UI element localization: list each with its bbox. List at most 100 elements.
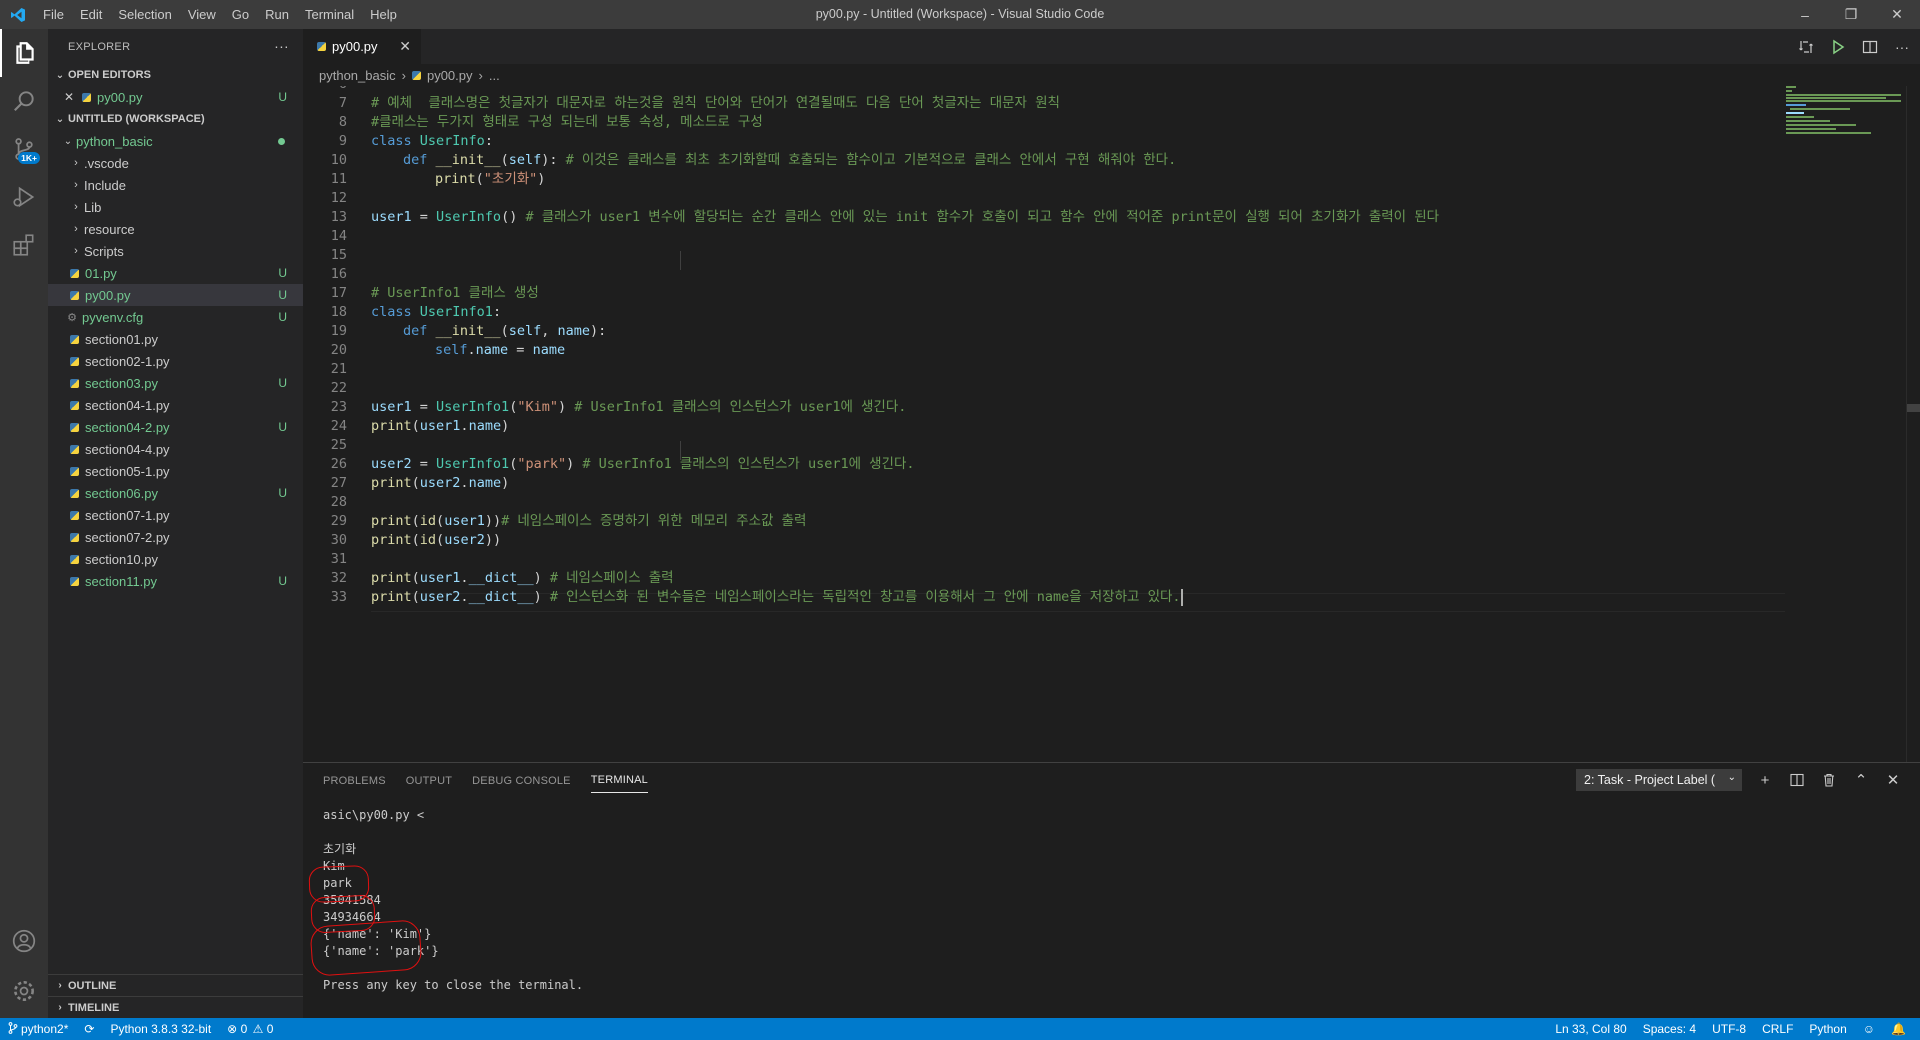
end-of-line[interactable]: CRLF [1754, 1018, 1801, 1040]
explorer-icon[interactable] [0, 29, 48, 77]
notifications-bell-icon[interactable]: 🔔 [1883, 1018, 1914, 1040]
python-file-icon [70, 268, 79, 278]
python-file-icon [317, 42, 326, 51]
open-editors-header[interactable]: ⌄ OPEN EDITORS [48, 64, 303, 86]
minimize-icon[interactable]: – [1782, 0, 1828, 29]
run-debug-icon[interactable] [0, 173, 48, 221]
sync-icon[interactable]: ⟳ [76, 1018, 102, 1040]
keyword: class [371, 133, 412, 149]
source-control-icon[interactable]: 1K+ [0, 125, 48, 173]
close-window-icon[interactable]: ✕ [1874, 0, 1920, 29]
file-item[interactable]: section01.py [48, 328, 303, 350]
encoding[interactable]: UTF-8 [1704, 1018, 1754, 1040]
accounts-icon[interactable] [0, 917, 48, 965]
close-icon[interactable]: ✕ [64, 90, 78, 104]
tab-problems[interactable]: PROBLEMS [323, 763, 386, 798]
menu-run[interactable]: Run [257, 0, 297, 29]
close-tab-icon[interactable]: ✕ [399, 38, 411, 55]
folder-item[interactable]: › .vscode [48, 152, 303, 174]
folder-item[interactable]: › resource [48, 218, 303, 240]
git-branch[interactable]: python2* [0, 1018, 76, 1040]
menu-view[interactable]: View [180, 0, 224, 29]
git-status-badge: U [278, 574, 287, 588]
menu-terminal[interactable]: Terminal [297, 0, 362, 29]
open-editor-item[interactable]: ✕ py00.py U [48, 86, 303, 108]
punct: ) [533, 570, 550, 586]
extensions-icon[interactable] [0, 221, 48, 269]
punct: () [501, 209, 526, 225]
folder-label: Scripts [84, 243, 124, 259]
search-icon[interactable] [0, 77, 48, 125]
maximize-panel-chevron-up-icon[interactable]: ⌃ [1852, 771, 1870, 789]
vertical-scrollbar[interactable] [1906, 86, 1920, 762]
file-item[interactable]: section07-1.py [48, 504, 303, 526]
file-item-selected[interactable]: py00.py U [48, 284, 303, 306]
python-file-icon [70, 378, 79, 388]
file-item[interactable]: section04-1.py [48, 394, 303, 416]
language-mode[interactable]: Python [1801, 1018, 1854, 1040]
punct: . [460, 589, 469, 605]
code-editor[interactable]: 6 7 # 예체 클래스명은 첫글자가 대문자로 하는것을 원칙 단어와 단어가 … [303, 86, 1920, 762]
compare-changes-icon[interactable] [1798, 39, 1814, 55]
scrollbar-thumb[interactable] [1907, 404, 1920, 412]
menu-help[interactable]: Help [362, 0, 405, 29]
file-item[interactable]: section10.py [48, 548, 303, 570]
tab-terminal[interactable]: TERMINAL [590, 769, 648, 793]
folder-python-basic[interactable]: ⌄ python_basic [48, 130, 303, 152]
problems-indicator[interactable]: ⊗ 0 ⚠ 0 [219, 1018, 281, 1040]
file-item[interactable]: section06.py U [48, 482, 303, 504]
manage-gear-icon[interactable] [0, 967, 48, 1015]
indentation[interactable]: Spaces: 4 [1635, 1018, 1704, 1040]
folder-item[interactable]: › Scripts [48, 240, 303, 262]
terminal-line: Press any key to close the terminal. [323, 978, 584, 992]
file-item[interactable]: section05-1.py [48, 460, 303, 482]
outline-header[interactable]: › OUTLINE [48, 974, 303, 996]
feedback-icon[interactable]: ☺ [1855, 1018, 1883, 1040]
menu-edit[interactable]: Edit [72, 0, 110, 29]
minimap[interactable] [1786, 86, 1906, 762]
python-interpreter[interactable]: Python 3.8.3 32-bit [102, 1018, 219, 1040]
terminal-selector[interactable]: 2: Task - Project Label ( ⌄ [1576, 769, 1742, 791]
code-line: 33 print(user2.__dict__) # 인스턴스화 된 변수들은 네… [303, 588, 1183, 607]
file-item[interactable]: section02-1.py [48, 350, 303, 372]
variable: user2 [444, 532, 485, 548]
file-item[interactable]: ⚙ pyvenv.cfg U [48, 306, 303, 328]
folder-item[interactable]: › Include [48, 174, 303, 196]
outline-label: OUTLINE [68, 979, 117, 992]
panel-tabs: PROBLEMS OUTPUT DEBUG CONSOLE TERMINAL [303, 763, 668, 798]
modified-dot [278, 138, 285, 145]
tab-debug-console[interactable]: DEBUG CONSOLE [472, 763, 571, 798]
more-actions-icon[interactable]: ··· [1894, 39, 1910, 55]
breadcrumb-folder[interactable]: python_basic [319, 68, 396, 83]
close-panel-icon[interactable]: ✕ [1884, 771, 1902, 789]
workspace-header[interactable]: ⌄ UNTITLED (WORKSPACE) [48, 108, 303, 130]
file-item[interactable]: section04-2.py U [48, 416, 303, 438]
file-item[interactable]: 01.py U [48, 262, 303, 284]
menu-selection[interactable]: Selection [110, 0, 179, 29]
file-item[interactable]: section07-2.py [48, 526, 303, 548]
cursor-position[interactable]: Ln 33, Col 80 [1547, 1018, 1634, 1040]
kill-terminal-trash-icon[interactable] [1820, 771, 1838, 789]
tab-py00[interactable]: py00.py ✕ [303, 29, 421, 64]
menu-go[interactable]: Go [224, 0, 257, 29]
tab-output[interactable]: OUTPUT [406, 763, 452, 798]
breadcrumb-file[interactable]: py00.py [427, 68, 473, 83]
split-editor-icon[interactable] [1862, 39, 1878, 55]
breadcrumb-symbol[interactable]: ... [489, 68, 500, 83]
code-comment: # 인스턴스화 된 변수들은 네임스페이스라는 독립적인 창고를 이용해서 그 … [549, 589, 1181, 605]
timeline-header[interactable]: › TIMELINE [48, 996, 303, 1018]
code-text: print(user1.__dict__) # 네임스페이스 출력 [371, 569, 674, 588]
terminal-line: asic\py00.py < [323, 808, 425, 822]
new-terminal-icon[interactable]: + [1756, 771, 1774, 789]
more-actions-icon[interactable]: ··· [274, 38, 289, 54]
git-status-badge: U [278, 376, 287, 390]
split-terminal-icon[interactable] [1788, 771, 1806, 789]
file-item[interactable]: section04-4.py [48, 438, 303, 460]
python-file-icon [70, 488, 79, 498]
file-item[interactable]: section03.py U [48, 372, 303, 394]
menu-file[interactable]: File [35, 0, 72, 29]
folder-item[interactable]: › Lib [48, 196, 303, 218]
file-item[interactable]: section11.py U [48, 570, 303, 592]
run-file-icon[interactable] [1830, 39, 1846, 55]
restore-icon[interactable]: ❐ [1828, 0, 1874, 29]
